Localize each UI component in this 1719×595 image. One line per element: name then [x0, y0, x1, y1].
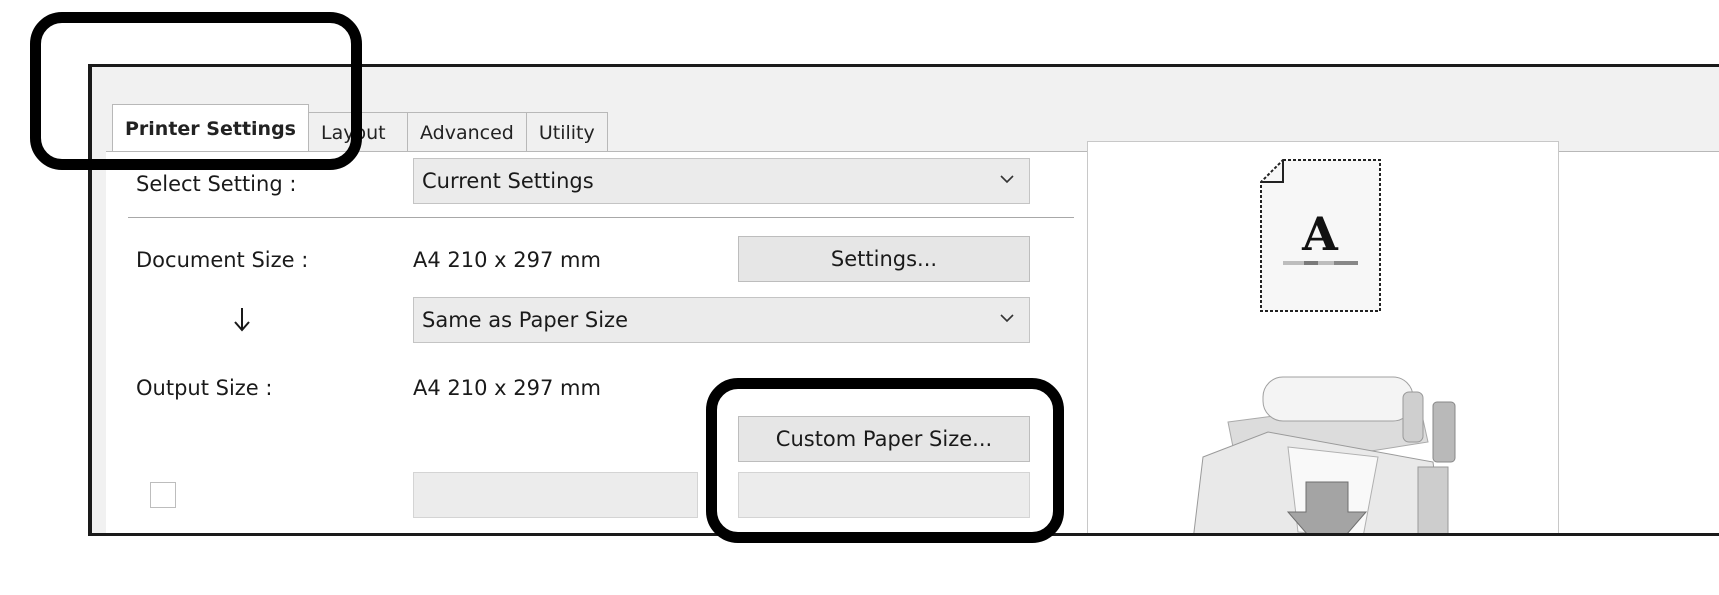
- settings-button[interactable]: Settings...: [738, 236, 1030, 282]
- lower-button-left[interactable]: [413, 472, 698, 518]
- select-setting-dropdown[interactable]: Current Settings: [413, 158, 1030, 204]
- output-size-value: A4 210 x 297 mm: [413, 376, 601, 400]
- checkbox[interactable]: [150, 482, 176, 508]
- select-setting-label: Select Setting :: [136, 172, 297, 196]
- output-size-label: Output Size :: [136, 376, 273, 400]
- select-setting-value: Current Settings: [422, 169, 594, 193]
- document-icon: A: [1260, 159, 1381, 312]
- preview-panel: A: [1087, 141, 1559, 533]
- separator-line: [128, 217, 1074, 218]
- down-arrow-icon: [234, 308, 250, 332]
- tab-utility[interactable]: Utility: [525, 112, 608, 152]
- callout-highlight-printer-settings-tab: [30, 12, 362, 170]
- preview-letter: A: [1301, 207, 1339, 261]
- callout-highlight-custom-paper-size-button: [706, 378, 1064, 543]
- tab-advanced[interactable]: Advanced: [406, 112, 527, 152]
- chevron-down-icon: [1000, 314, 1014, 323]
- document-size-value: A4 210 x 297 mm: [413, 248, 601, 272]
- document-size-label: Document Size :: [136, 248, 309, 272]
- printer-icon: [1193, 376, 1456, 533]
- scaling-dropdown[interactable]: Same as Paper Size: [413, 297, 1030, 343]
- chevron-down-icon: [1000, 175, 1014, 184]
- scaling-value: Same as Paper Size: [422, 308, 628, 332]
